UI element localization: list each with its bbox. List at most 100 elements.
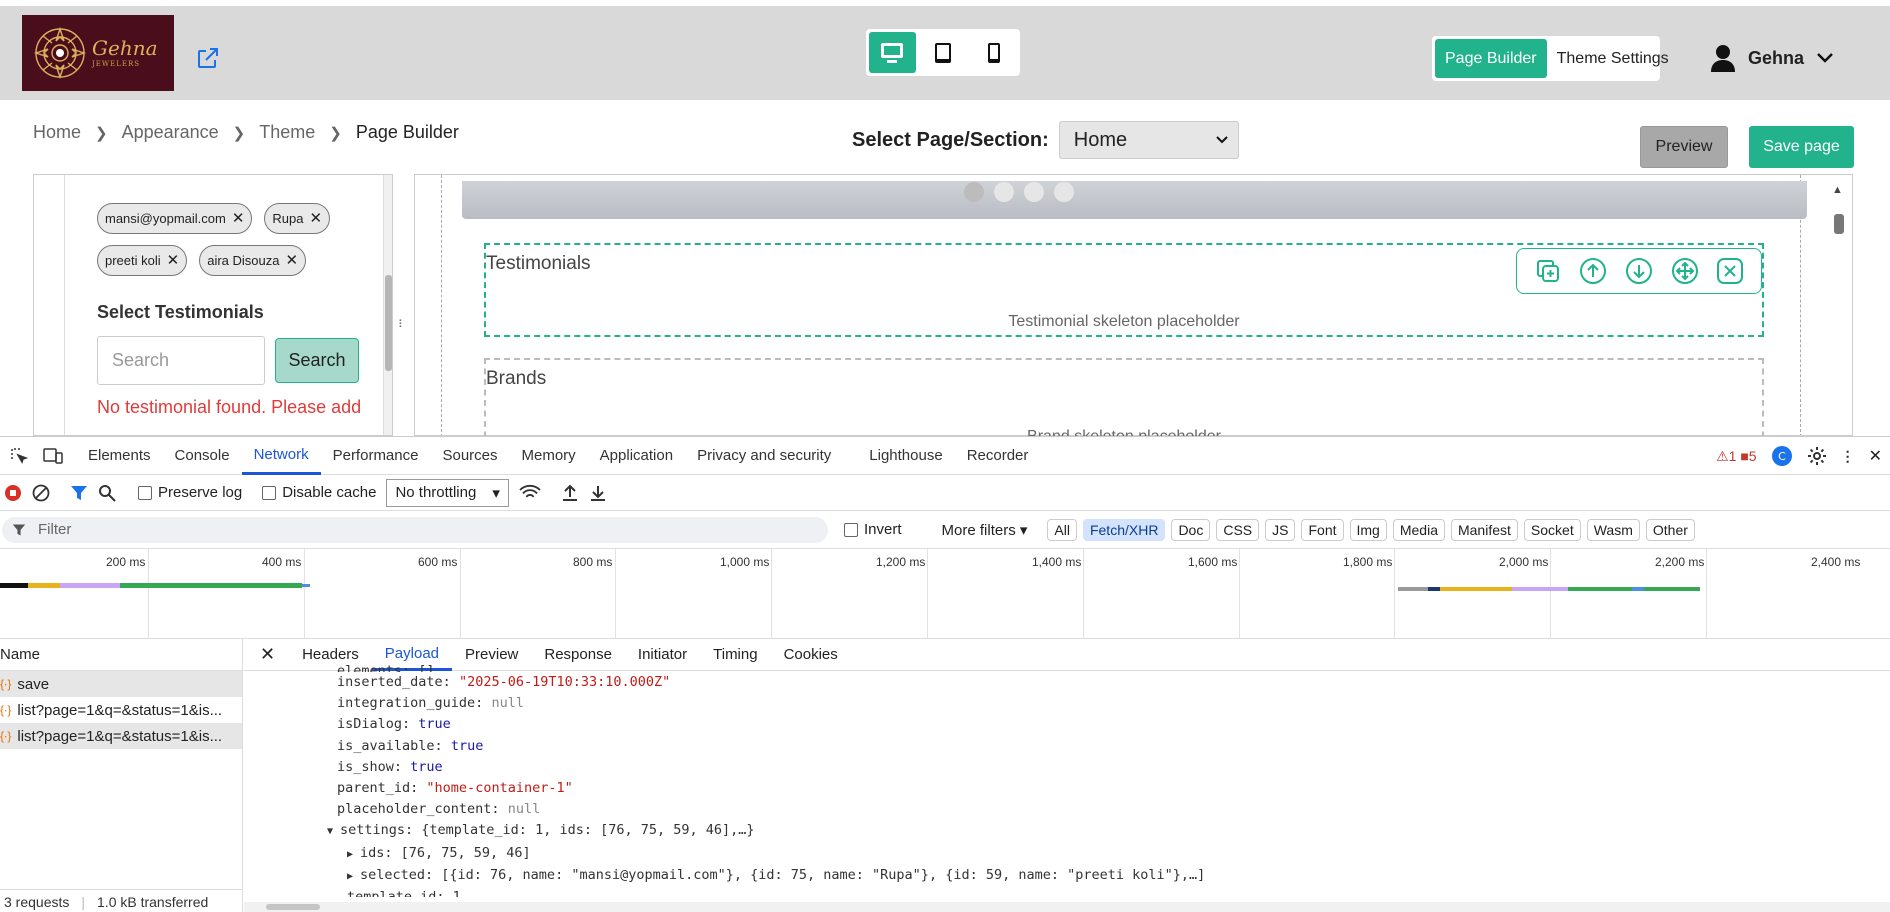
request-row[interactable]: {∙} list?page=1&q=&status=1&is...: [0, 697, 242, 723]
breadcrumb-theme[interactable]: Theme: [259, 122, 315, 143]
tab-network[interactable]: Network: [241, 437, 321, 475]
expanded-arrow-icon[interactable]: ▼: [327, 821, 335, 842]
filter-input[interactable]: Filter: [2, 516, 828, 543]
scrollbar-thumb[interactable]: [385, 275, 392, 371]
gear-icon[interactable]: [1807, 446, 1827, 466]
device-toolbar-icon[interactable]: [38, 437, 68, 475]
tab-preview[interactable]: Preview: [452, 639, 531, 671]
brands-section[interactable]: Brands Brand skeleton placeholder: [484, 358, 1764, 448]
breadcrumb-appearance[interactable]: Appearance: [122, 122, 219, 143]
tab-privacy[interactable]: Privacy and security: [685, 437, 843, 475]
request-row[interactable]: {∙} list?page=1&q=&status=1&is...: [0, 723, 242, 749]
filter-css[interactable]: CSS: [1216, 518, 1260, 541]
filter-manifest[interactable]: Manifest: [1450, 518, 1518, 541]
tablet-view-button[interactable]: [920, 32, 967, 73]
tab-initiator[interactable]: Initiator: [625, 639, 700, 671]
timeline-bar: [0, 583, 28, 588]
payload-horizontal-scrollbar[interactable]: [244, 902, 1890, 912]
tab-console[interactable]: Console: [163, 437, 242, 475]
close-icon[interactable]: ✕: [310, 211, 323, 226]
page-select[interactable]: Home: [1058, 121, 1239, 159]
collapsed-arrow-icon[interactable]: ▶: [347, 844, 355, 865]
close-icon[interactable]: ✕: [285, 253, 298, 268]
filter-icon[interactable]: [70, 484, 88, 502]
throttling-select[interactable]: No throttling ▾: [386, 478, 509, 507]
testimonial-search-input[interactable]: Search: [97, 336, 265, 385]
scroll-up-icon[interactable]: ▲: [1832, 184, 1843, 196]
remove-icon[interactable]: [1716, 257, 1744, 285]
desktop-view-button[interactable]: [869, 32, 916, 73]
export-har-icon[interactable]: [589, 484, 607, 502]
collapsed-arrow-icon[interactable]: ▶: [347, 866, 355, 887]
import-har-icon[interactable]: [561, 484, 579, 502]
inspect-element-icon[interactable]: [0, 437, 38, 475]
duplicate-icon[interactable]: [1534, 257, 1562, 285]
filter-font[interactable]: Font: [1301, 518, 1344, 541]
save-page-button[interactable]: Save page: [1749, 126, 1854, 168]
clear-icon[interactable]: [32, 484, 50, 502]
invert-checkbox[interactable]: Invert: [844, 521, 902, 538]
name-column-header[interactable]: Name: [0, 639, 242, 671]
filter-img[interactable]: Img: [1349, 518, 1387, 541]
more-options-icon[interactable]: ⋮: [1841, 448, 1855, 465]
panel-resize-handle[interactable]: ⠇: [396, 318, 408, 332]
breadcrumb-home[interactable]: Home: [33, 122, 81, 143]
user-menu[interactable]: Gehna: [1710, 44, 1834, 72]
payload-line[interactable]: ▶ selected: [{id: 76, name: "mansi@yopmai…: [347, 865, 1890, 887]
tab-response[interactable]: Response: [531, 639, 625, 671]
tab-lighthouse[interactable]: Lighthouse: [857, 437, 954, 475]
tab-application[interactable]: Application: [588, 437, 685, 475]
filter-socket[interactable]: Socket: [1523, 518, 1581, 541]
tab-elements[interactable]: Elements: [76, 437, 163, 475]
tab-sources[interactable]: Sources: [430, 437, 509, 475]
mobile-view-button[interactable]: [970, 32, 1017, 73]
warning-badge[interactable]: ⚠1 ■5: [1716, 448, 1757, 465]
move-down-icon[interactable]: [1625, 257, 1653, 285]
close-icon[interactable]: ✕: [167, 253, 180, 268]
scrollbar-thumb[interactable]: [266, 904, 320, 910]
tab-cookies[interactable]: Cookies: [771, 639, 851, 671]
tab-performance[interactable]: Performance: [321, 437, 431, 475]
move-up-icon[interactable]: [1579, 257, 1607, 285]
filter-other[interactable]: Other: [1645, 518, 1695, 541]
record-icon[interactable]: [4, 484, 22, 502]
disable-cache-checkbox[interactable]: Disable cache: [262, 484, 376, 501]
theme-settings-tab[interactable]: Theme Settings: [1547, 39, 1679, 78]
filter-media[interactable]: Media: [1392, 518, 1445, 541]
carousel-dot[interactable]: [964, 182, 984, 202]
request-row[interactable]: {∙} save: [0, 671, 242, 697]
carousel-dot[interactable]: [1024, 182, 1044, 202]
close-icon[interactable]: ✕: [244, 644, 289, 665]
more-filters-label: More filters: [941, 521, 1016, 539]
filter-fetch-xhr[interactable]: Fetch/XHR: [1082, 518, 1166, 541]
filter-doc[interactable]: Doc: [1171, 518, 1211, 541]
settings-panel-scrollbar[interactable]: [384, 175, 392, 435]
preview-button[interactable]: Preview: [1640, 126, 1728, 168]
filter-wasm[interactable]: Wasm: [1586, 518, 1640, 541]
tab-memory[interactable]: Memory: [510, 437, 588, 475]
network-conditions-icon[interactable]: [519, 484, 541, 502]
external-link-icon[interactable]: [196, 46, 220, 70]
canvas-scrollbar[interactable]: ▲: [1828, 174, 1850, 436]
payload-line[interactable]: ▶ ids: [76, 75, 59, 46]: [347, 843, 1890, 865]
carousel-dot[interactable]: [994, 182, 1014, 202]
page-builder-tab[interactable]: Page Builder: [1435, 39, 1547, 78]
testimonials-section[interactable]: Testimonials Testimonial skeleton placeh…: [484, 243, 1764, 337]
tab-timing[interactable]: Timing: [700, 639, 770, 671]
filter-all[interactable]: All: [1047, 518, 1077, 541]
close-icon[interactable]: ✕: [1869, 446, 1882, 466]
preserve-log-checkbox[interactable]: Preserve log: [138, 484, 242, 501]
network-timeline[interactable]: 200 ms 400 ms 600 ms 800 ms 1,000 ms 1,2…: [0, 549, 1890, 639]
close-icon[interactable]: ✕: [232, 211, 245, 226]
carousel-dot[interactable]: [1054, 182, 1074, 202]
brand-logo[interactable]: Gehna JEWELERS: [22, 15, 174, 91]
tab-recorder[interactable]: Recorder: [955, 437, 1041, 475]
search-icon[interactable]: [98, 484, 116, 502]
payload-line[interactable]: ▼ settings: {template_id: 1, ids: [76, 75…: [327, 820, 1890, 842]
filter-js[interactable]: JS: [1265, 518, 1296, 541]
ai-assistance-icon[interactable]: C: [1771, 445, 1793, 467]
testimonial-search-button[interactable]: Search: [275, 338, 359, 383]
drag-icon[interactable]: [1671, 257, 1699, 285]
scrollbar-thumb[interactable]: [1834, 214, 1844, 234]
more-filters-dropdown[interactable]: More filters ▾: [942, 521, 1028, 539]
